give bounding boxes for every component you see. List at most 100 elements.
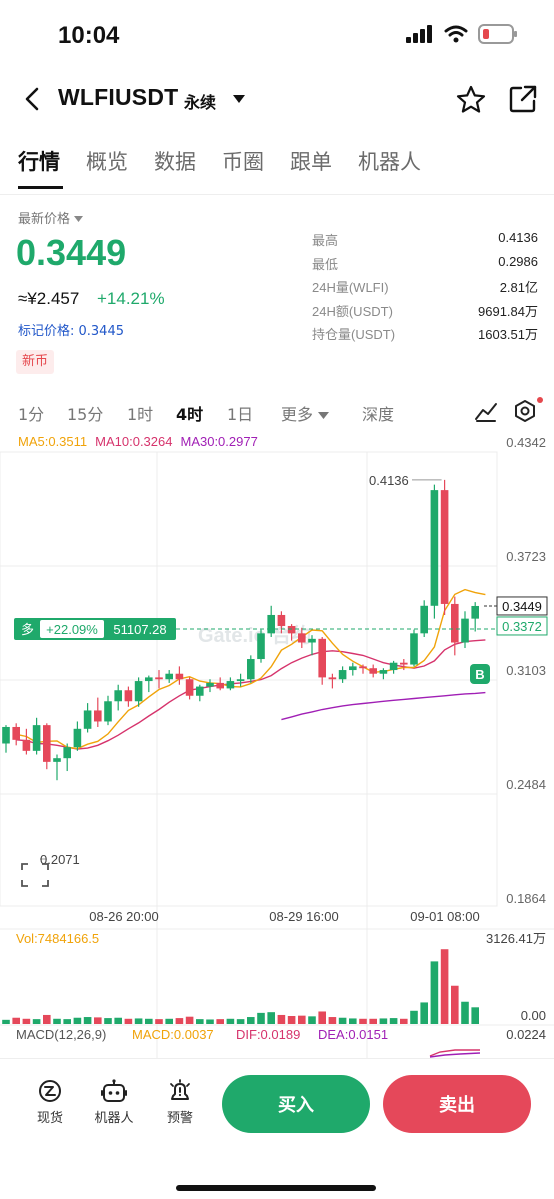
buy-button[interactable]: 买入 (222, 1075, 370, 1133)
nav-alert[interactable]: 预警 (150, 1079, 210, 1126)
tab-copy-trade[interactable]: 跟单 (290, 146, 332, 176)
battery-low-icon (478, 24, 517, 44)
volume-bar (389, 1018, 398, 1024)
tab-overview[interactable]: 概览 (86, 146, 128, 176)
volume-bar (73, 1017, 82, 1024)
candle-body (308, 638, 316, 643)
price-axis-label: 0.1864 (506, 891, 546, 906)
candle-body (73, 728, 82, 748)
signal-icon (406, 25, 432, 43)
volume-bar (175, 1018, 184, 1024)
last-price-label[interactable]: 最新价格 (18, 208, 84, 227)
volume-bar (94, 1017, 102, 1024)
candle-body (12, 726, 20, 740)
stat-value: 9691.84万 (478, 303, 538, 319)
expand-icon-corners (21, 863, 49, 887)
volume-bar (155, 1019, 163, 1024)
header: WLFIUSDT 永续 (0, 72, 554, 128)
nav-robot[interactable]: 机器人 (84, 1079, 144, 1126)
candle-body (328, 677, 337, 680)
last-price: 0.3449 (16, 232, 127, 273)
volume-bar (308, 1016, 316, 1024)
candle-body (83, 710, 92, 729)
candle-body (430, 490, 439, 606)
caret-down-icon (318, 412, 330, 419)
candle-body (389, 662, 398, 671)
candle-body (440, 490, 449, 604)
volume-bar (22, 1018, 31, 1024)
stat-label: 24H量(WLFI) (312, 280, 389, 295)
candle-body (22, 739, 31, 751)
volume-bar (440, 949, 449, 1024)
volume-bar (145, 1018, 153, 1024)
volume-bar (165, 1018, 173, 1024)
candle-body (298, 633, 306, 643)
nav-spot[interactable]: 现货 (20, 1079, 80, 1126)
kline-chart[interactable]: Gate.io 合约 0.43420.37230.31030.24840.186… (0, 428, 554, 1058)
volume-bar (267, 1012, 275, 1024)
symbol-title[interactable]: WLFIUSDT (58, 84, 178, 111)
share-icon[interactable] (508, 84, 538, 114)
expand-icon[interactable] (21, 863, 49, 887)
volume-bar (247, 1017, 255, 1024)
volume-bar (114, 1017, 122, 1024)
volume-bar (287, 1016, 296, 1024)
stat-value: 1603.51万 (478, 327, 538, 342)
sell-button[interactable]: 卖出 (383, 1075, 531, 1133)
last-price-label-text: 最新价格 (18, 212, 71, 227)
candle-body (94, 710, 102, 722)
timeframe-4h[interactable]: 4时 (176, 401, 203, 425)
timeframe-1h[interactable]: 1时 (127, 401, 153, 425)
stat-row-open-interest: 持仓量(USDT) 1603.51万 (312, 324, 538, 348)
candle-body (318, 638, 326, 678)
tab-bot[interactable]: 机器人 (358, 146, 421, 176)
stat-label: 最高 (312, 233, 339, 248)
candle-body (145, 677, 153, 682)
settings-icon[interactable] (513, 399, 537, 423)
timeframe-more-label: 更多 (281, 405, 314, 424)
tab-bar: 行情 概览 数据 币圈 跟单 机器人 (0, 138, 554, 194)
timeframe-15m[interactable]: 15分 (67, 401, 103, 425)
timeframe-1d[interactable]: 1日 (227, 401, 253, 425)
tab-community[interactable]: 币圈 (222, 146, 264, 176)
tab-data[interactable]: 数据 (154, 146, 196, 176)
caret-down-icon[interactable] (232, 94, 246, 104)
timeframe-more[interactable]: 更多 (281, 401, 330, 425)
volume-bar (318, 1011, 326, 1024)
volume-bar (124, 1018, 133, 1024)
depth-tab[interactable]: 深度 (362, 401, 394, 425)
volume-bar (338, 1017, 347, 1024)
contract-type[interactable]: 永续 (184, 89, 216, 113)
robot-icon (101, 1079, 127, 1102)
stat-row-volume: 24H量(WLFI) 2.81亿 (312, 277, 538, 301)
volume-bar (206, 1019, 214, 1024)
wifi-icon (444, 25, 468, 43)
volume-bar (430, 961, 439, 1024)
candle-body (359, 666, 367, 669)
volume-bar (226, 1018, 235, 1024)
candle-body (124, 690, 133, 702)
volume-bar (277, 1014, 286, 1024)
position-tag[interactable]: 多 +22.09% 51107.28 (14, 618, 176, 640)
status-bar: 10:04 (0, 0, 554, 72)
volume-label: Vol:7484166.5 (16, 931, 99, 946)
volume-bar (298, 1015, 306, 1024)
high-marker-label: 0.4136 (369, 473, 409, 488)
macd-value: MACD:0.0037 (132, 1027, 214, 1042)
home-indicator (176, 1185, 376, 1191)
indicator-icon[interactable] (474, 399, 498, 423)
candle-body (63, 747, 71, 759)
volume-bar (83, 1017, 92, 1024)
timeframe-bar: 1分 15分 1时 4时 1日 更多 深度 (0, 395, 554, 429)
candle-body (53, 758, 61, 762)
tab-market[interactable]: 行情 (18, 146, 60, 176)
candle-body (379, 670, 388, 674)
time-axis-label: 08-29 16:00 (269, 909, 338, 924)
candle-body (185, 679, 194, 696)
star-icon[interactable] (455, 84, 487, 116)
candle-body (369, 668, 377, 674)
timeframe-1m[interactable]: 1分 (18, 401, 44, 425)
back-icon[interactable] (18, 84, 48, 114)
candle-body (196, 686, 204, 696)
mark-price[interactable]: 标记价格: 0.3445 (18, 320, 124, 339)
